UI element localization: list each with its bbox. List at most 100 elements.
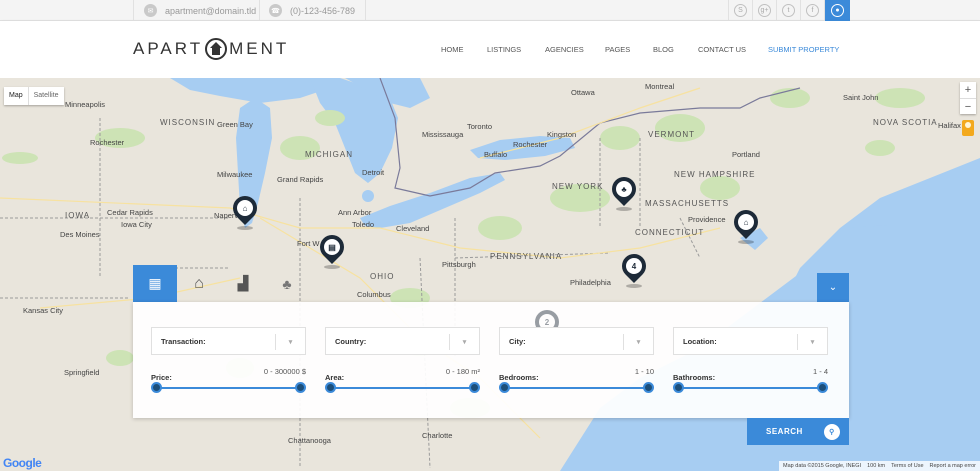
factory-icon: ▟ xyxy=(237,275,249,291)
range-min-handle[interactable] xyxy=(499,382,510,393)
tree-icon: ♣ xyxy=(282,275,292,292)
chevron-down-icon: ⌄ xyxy=(828,282,838,293)
skype-button[interactable]: S xyxy=(728,0,752,21)
nav-listings[interactable]: LISTINGS xyxy=(487,45,521,54)
map-label: Springfield xyxy=(64,368,100,377)
range-max-handle[interactable] xyxy=(817,382,828,393)
range-min-handle[interactable] xyxy=(325,382,336,393)
city-select[interactable]: City: ▾ xyxy=(499,327,654,355)
search-panel: 2 Transaction: ▾ Country: ▾ City: ▾ Loca… xyxy=(133,302,849,418)
logo-house-icon xyxy=(205,38,228,60)
bathrooms-value: 1 - 4 xyxy=(812,367,828,376)
map-type-control: Map Satellite xyxy=(4,87,64,105)
range-track xyxy=(330,387,475,389)
phone-icon: ☎ xyxy=(269,4,282,17)
map-label: MASSACHUSETTS xyxy=(645,199,730,208)
twitter-button[interactable]: t xyxy=(776,0,800,21)
tree-icon: ♣ xyxy=(616,181,632,197)
range-min-handle[interactable] xyxy=(151,382,162,393)
site-logo[interactable]: APART MENT xyxy=(133,38,289,60)
marker-boston[interactable]: ⌂ xyxy=(729,205,763,244)
nav-agencies[interactable]: AGENCIES xyxy=(545,45,584,54)
marker-new-york[interactable]: 4 xyxy=(617,249,651,288)
map-label: Saint John xyxy=(843,93,879,102)
street-view-pegman-icon[interactable] xyxy=(962,120,974,136)
map-label: Minneapolis xyxy=(65,100,106,109)
topbar-email[interactable]: ✉ apartment@domain.tld xyxy=(144,0,256,21)
range-min-handle[interactable] xyxy=(673,382,684,393)
map-label: Kingston xyxy=(547,130,577,139)
nav-home[interactable]: HOME xyxy=(441,45,464,54)
map-label: Detroit xyxy=(362,168,385,177)
map-label: Kansas City xyxy=(23,306,64,315)
dropdown-arrow-icon: ▾ xyxy=(449,334,479,350)
map-label: Toronto xyxy=(467,122,493,131)
facebook-icon: f xyxy=(806,4,819,17)
marker-albany[interactable]: ♣ xyxy=(607,172,641,211)
terms-link[interactable]: Terms of Use xyxy=(891,463,923,469)
map-label: Columbus xyxy=(357,290,391,299)
envelope-icon: ✉ xyxy=(144,4,157,17)
nav-submit-property[interactable]: SUBMIT PROPERTY xyxy=(768,45,839,54)
google-logo: Google xyxy=(3,456,42,470)
location-select[interactable]: Location: ▾ xyxy=(673,327,828,355)
location-label: Location: xyxy=(683,336,717,346)
price-label: Price: xyxy=(151,373,172,382)
map-label: Mississauga xyxy=(422,130,464,139)
range-max-handle[interactable] xyxy=(643,382,654,393)
scale-text: 100 km xyxy=(867,463,886,469)
map-label: Toledo xyxy=(352,220,375,229)
login-button[interactable]: ● xyxy=(824,0,850,21)
tab-land[interactable]: ♣ xyxy=(265,265,309,302)
social-links: S g+ t f ● xyxy=(728,0,850,21)
google-plus-icon: g+ xyxy=(758,4,771,17)
country-label: Country: xyxy=(335,336,367,346)
dropdown-arrow-icon: ▾ xyxy=(623,334,653,350)
topbar-phone: ☎ (0)-123-456-789 xyxy=(269,0,355,21)
map-label: Cedar Rapids xyxy=(107,208,153,217)
nav-pages[interactable]: PAGES xyxy=(605,45,630,54)
marker-fort-wayne[interactable]: ▤ xyxy=(315,230,349,269)
map-label: Des Moines xyxy=(60,230,100,239)
range-max-handle[interactable] xyxy=(469,382,480,393)
bathrooms-label: Bathrooms: xyxy=(673,373,716,382)
transaction-select[interactable]: Transaction: ▾ xyxy=(151,327,306,355)
building-icon: ▦ xyxy=(148,275,162,291)
country-select[interactable]: Country: ▾ xyxy=(325,327,480,355)
tab-house[interactable]: ⌂ xyxy=(177,265,221,302)
map-label: Charlotte xyxy=(422,431,453,440)
lock-icon: ● xyxy=(831,4,844,17)
marker-chicago[interactable]: ⌂ xyxy=(228,191,262,230)
report-error-link[interactable]: Report a map error xyxy=(930,463,976,469)
area-range: Area: 0 - 180 m² xyxy=(325,367,480,393)
property-type-tabs: ▦ ⌂ ▟ ♣ xyxy=(133,265,309,302)
map-label: CONNECTICUT xyxy=(635,228,705,237)
map-label: NOVA SCOTIA xyxy=(873,118,938,127)
facebook-button[interactable]: f xyxy=(800,0,824,21)
map-label: VERMONT xyxy=(648,130,695,139)
range-track xyxy=(678,387,823,389)
search-button-label: SEARCH xyxy=(766,427,803,436)
search-button[interactable]: SEARCH ⚲ xyxy=(747,418,849,445)
bedrooms-range: Bedrooms: 1 - 10 xyxy=(499,367,654,393)
collapse-panel-button[interactable]: ⌄ xyxy=(817,273,849,302)
nav-blog[interactable]: BLOG xyxy=(653,45,674,54)
tab-commercial[interactable]: ▟ xyxy=(221,265,265,302)
zoom-control: + − xyxy=(960,82,976,114)
transaction-label: Transaction: xyxy=(161,336,206,346)
map-label: IOWA xyxy=(65,211,91,220)
range-max-handle[interactable] xyxy=(295,382,306,393)
divider xyxy=(133,0,134,21)
map-type-satellite[interactable]: Satellite xyxy=(27,87,64,105)
divider xyxy=(259,0,260,21)
zoom-in-button[interactable]: + xyxy=(960,82,976,98)
map-label: Pittsburgh xyxy=(442,260,476,269)
zoom-out-button[interactable]: − xyxy=(960,98,976,114)
map-label: OHIO xyxy=(370,272,395,281)
tab-apartment[interactable]: ▦ xyxy=(133,265,177,302)
range-track xyxy=(504,387,649,389)
dropdown-arrow-icon: ▾ xyxy=(797,334,827,350)
google-plus-button[interactable]: g+ xyxy=(752,0,776,21)
map-type-map[interactable]: Map xyxy=(4,87,28,105)
nav-contact-us[interactable]: CONTACT US xyxy=(698,45,746,54)
